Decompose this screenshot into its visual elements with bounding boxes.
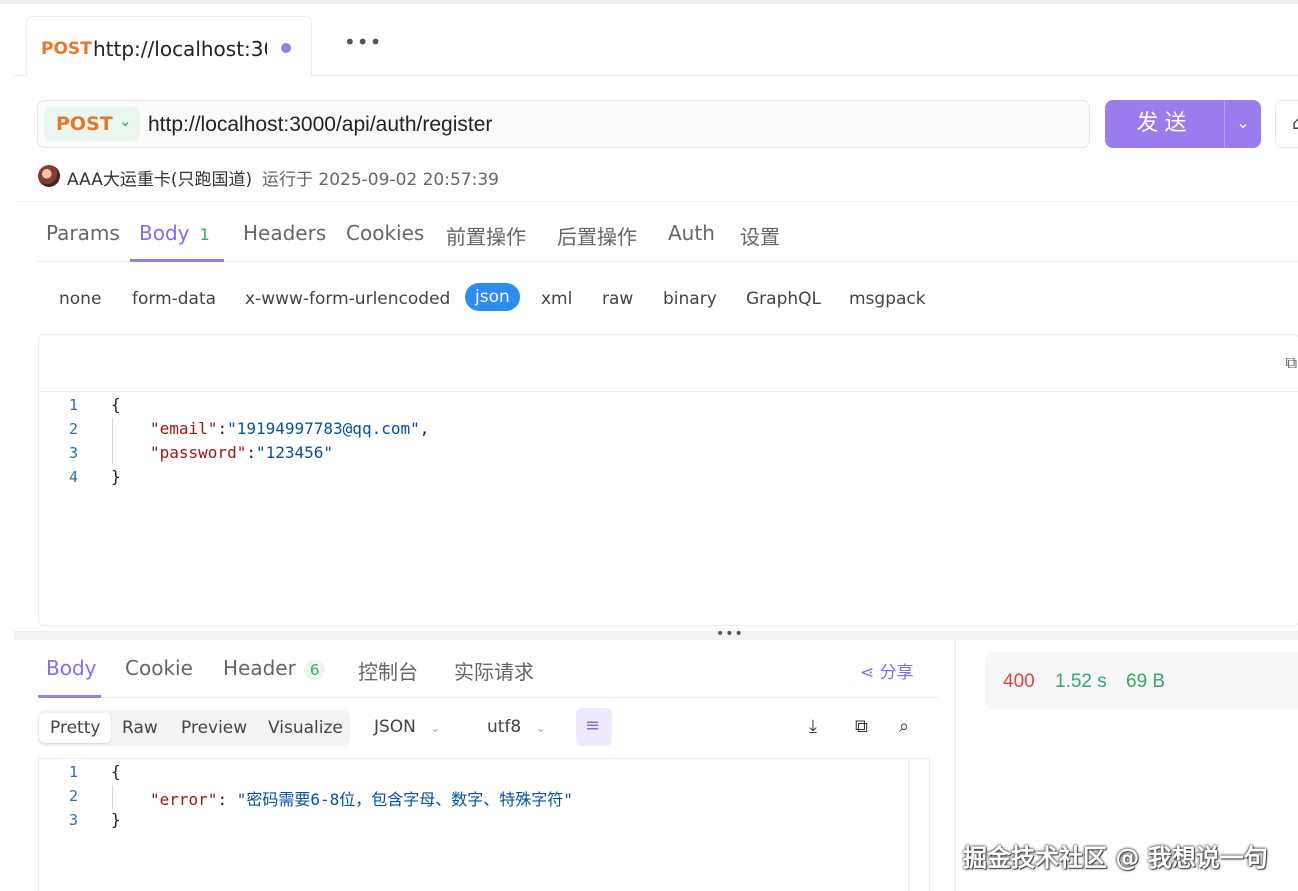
tab-post-actions[interactable]: 后置操作 [557,221,637,250]
body-type-raw[interactable]: raw [602,289,633,309]
word-wrap-button[interactable]: ≡ [576,708,612,746]
tab-cookies[interactable]: Cookies [346,221,424,245]
chevron-down-icon: ⌄ [429,721,441,736]
response-status: 400 1.52 s 69 B [985,652,1298,710]
line-number: 1 [68,763,78,781]
request-tab-method: POST [41,39,92,59]
url-bar: POST ⌄ [37,100,1090,148]
code-line: } [111,810,121,829]
active-tab-indicator [130,259,224,262]
line-number: 2 [68,420,78,438]
response-body-viewer[interactable] [38,758,930,891]
code-line: { [111,395,121,414]
body-type-urlencoded[interactable]: x-www-form-urlencoded [245,289,450,309]
tab-response-cookie[interactable]: Cookie [125,656,193,680]
tab-auth[interactable]: Auth [668,221,715,245]
line-number: 3 [68,444,78,462]
save-icon: ⌂ [1292,113,1298,134]
line-number: 4 [68,468,78,486]
line-number: 3 [68,811,78,829]
download-icon[interactable]: ⤓ [809,716,817,737]
share-icon: ⋖ [860,663,875,683]
code-line: "password":"123456" [150,443,334,462]
request-tabs: Params Body 1 Headers Cookies 前置操作 后置操作 A… [37,214,1298,262]
format-icon[interactable]: ⧉ [1286,353,1297,373]
tab-console[interactable]: 控制台 [358,656,418,685]
format-select[interactable]: JSON ⌄ [374,717,441,737]
line-number: 1 [68,396,78,414]
share-button[interactable]: ⋖ 分享 [860,658,914,683]
avatar [38,165,60,187]
tab-response-header[interactable]: Header 6 [223,656,326,680]
search-icon[interactable]: ⌕ [899,716,909,737]
tab-body[interactable]: Body 1 [139,221,210,245]
run-timestamp: 运行于 2025-09-02 20:57:39 [262,170,499,190]
request-body-editor[interactable]: ⧉ [38,334,1298,626]
encoding-select[interactable]: utf8 ⌄ [487,717,546,737]
view-preview[interactable]: Preview [181,718,247,738]
run-user: AAA大运重卡(只跑国道) [67,170,253,190]
view-mode-segment: Pretty Raw Preview Visualize [38,710,350,746]
request-tab-strip: POST http://localhost:30( ••• [14,4,1298,76]
tab-settings[interactable]: 设置 [740,221,780,250]
header-count-badge: 6 [303,660,326,680]
tab-actual-request[interactable]: 实际请求 [454,656,534,685]
response-tabs: Body Cookie Header 6 控制台 实际请求 ⋖ 分享 [38,640,938,698]
tab-headers[interactable]: Headers [243,221,326,245]
unsaved-dot-icon [281,43,291,53]
method-select[interactable]: POST ⌄ [44,107,140,141]
active-tab-indicator [38,695,101,698]
save-button[interactable]: ⌂ [1275,100,1298,148]
more-options-icon[interactable]: ••• [344,30,382,54]
method-label: POST [56,113,113,135]
body-type-binary[interactable]: binary [663,289,717,309]
wrap-icon: ≡ [585,715,601,736]
body-type-form-data[interactable]: form-data [132,289,216,309]
chevron-down-icon: ⌄ [119,112,132,130]
status-code: 400 [1003,671,1035,692]
url-input[interactable] [148,110,1068,140]
tab-params[interactable]: Params [46,221,120,245]
tab-pre-actions[interactable]: 前置操作 [446,221,526,250]
watermark: 掘金技术社区 @ 我想说一句 [963,844,1268,872]
response-size: 69 B [1126,671,1166,692]
line-number: 2 [68,787,78,805]
send-options-button[interactable]: ⌄ [1224,100,1261,148]
body-type-xml[interactable]: xml [541,289,572,309]
indent-guide [112,418,113,464]
code-line: { [111,762,121,781]
request-tab-title: http://localhost:30( [93,37,267,61]
code-line: "email":"19194997783@qq.com", [150,419,430,438]
divider [14,201,1298,202]
indent-guide [112,785,113,809]
body-type-msgpack[interactable]: msgpack [849,289,926,309]
body-type-json[interactable]: json [465,283,520,311]
body-type-graphql[interactable]: GraphQL [746,289,821,309]
scrollbar[interactable] [908,760,909,891]
panel-divider [955,640,956,891]
response-time: 1.52 s [1055,671,1107,692]
panel-splitter[interactable] [14,631,1298,640]
chevron-down-icon: ⌄ [535,721,547,736]
view-raw[interactable]: Raw [122,718,158,738]
send-button[interactable]: 发送 [1105,100,1224,148]
code-line: "error": "密码需要6-8位，包含字母、数字、特殊字符" [150,790,573,809]
tab-response-body[interactable]: Body [46,656,97,680]
view-visualize[interactable]: Visualize [268,718,343,738]
view-pretty[interactable]: Pretty [39,713,112,743]
request-tab[interactable]: POST http://localhost:30( [26,16,312,76]
body-type-none[interactable]: none [59,289,101,309]
copy-icon[interactable]: ⧉ [855,716,868,737]
body-count-badge: 1 [199,225,210,244]
code-line: } [111,467,121,486]
editor-toolbar: ⧉ [39,335,1298,392]
